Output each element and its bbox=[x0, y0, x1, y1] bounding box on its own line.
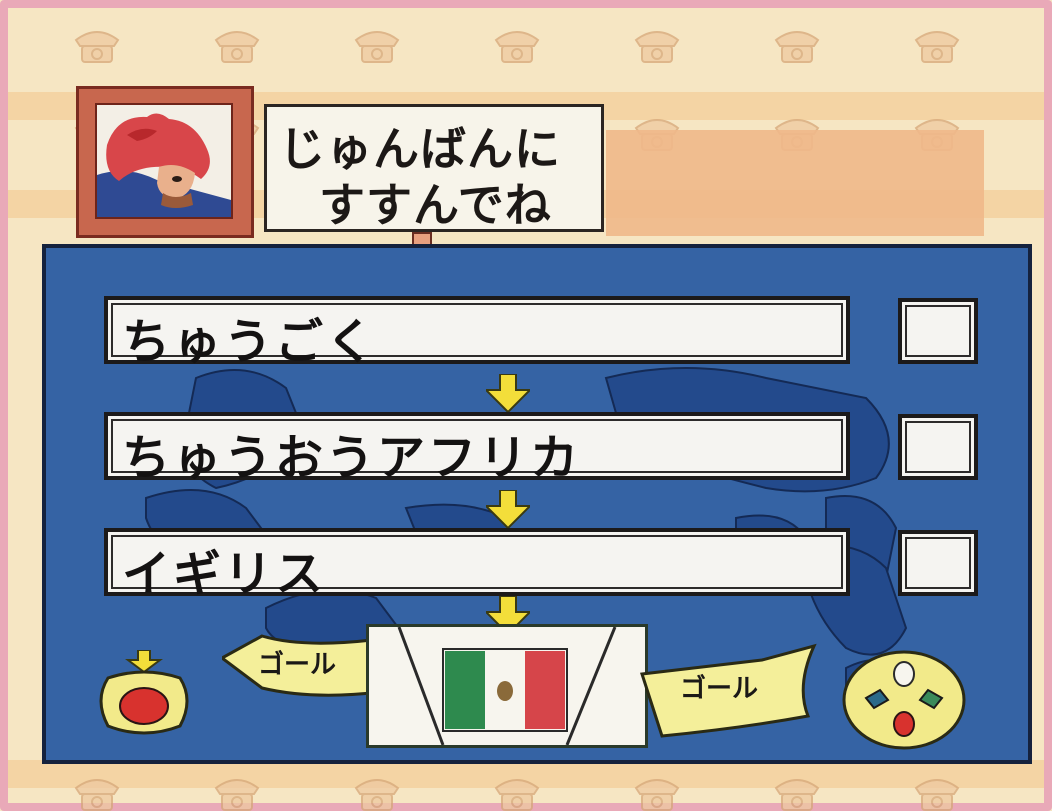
background-tile-icon bbox=[214, 779, 260, 811]
route-stop-2-checkbox[interactable] bbox=[898, 414, 978, 480]
message-line-2: すすんでね bbox=[319, 178, 552, 232]
background-tile-icon bbox=[634, 31, 680, 63]
background-tile-icon bbox=[774, 779, 820, 811]
route-stop-3: イギリス bbox=[104, 528, 850, 602]
route-stop-1: ちゅうごく bbox=[104, 296, 850, 370]
right-goal-label: ゴール bbox=[680, 674, 759, 704]
background-tile-icon bbox=[494, 779, 540, 811]
background-tile-icon bbox=[634, 779, 680, 811]
background-tile-icon bbox=[774, 31, 820, 63]
route-stop-1-checkbox[interactable] bbox=[898, 298, 978, 364]
left-goal-label: ゴール bbox=[258, 650, 337, 680]
character-portrait-icon bbox=[97, 105, 231, 217]
background-tile-icon bbox=[914, 779, 960, 811]
background-tile-icon bbox=[354, 779, 400, 811]
red-button-icon[interactable] bbox=[94, 650, 198, 736]
route-stop-3-checkbox[interactable] bbox=[898, 530, 978, 596]
background-tile-icon bbox=[214, 31, 260, 63]
background-tile-icon bbox=[914, 31, 960, 63]
route-stop-label: ちゅうごく bbox=[122, 314, 378, 370]
game-screen: じゅんばんに すすんでね ちゅうごく ちゅうおうアフリカ イギリス ゴール ゴー… bbox=[0, 0, 1052, 811]
route-stop-label: イギリス bbox=[122, 546, 327, 602]
background-tile-icon bbox=[354, 31, 400, 63]
mexico-flag-icon bbox=[397, 626, 617, 746]
controller-pad-icon[interactable] bbox=[840, 648, 968, 752]
background-tile-icon bbox=[74, 779, 120, 811]
portrait-frame bbox=[76, 86, 254, 238]
down-arrow-icon bbox=[486, 374, 530, 412]
message-backdrop bbox=[606, 130, 984, 236]
message-box: じゅんばんに すすんでね bbox=[264, 104, 604, 232]
down-arrow-icon bbox=[486, 490, 530, 528]
route-stop-2: ちゅうおうアフリカ bbox=[104, 412, 850, 486]
route-stop-label: ちゅうおうアフリカ bbox=[122, 430, 582, 486]
goal-destination-box bbox=[366, 624, 648, 748]
background-tile-icon bbox=[74, 31, 120, 63]
background-tile-icon bbox=[494, 31, 540, 63]
character-portrait bbox=[95, 103, 233, 219]
